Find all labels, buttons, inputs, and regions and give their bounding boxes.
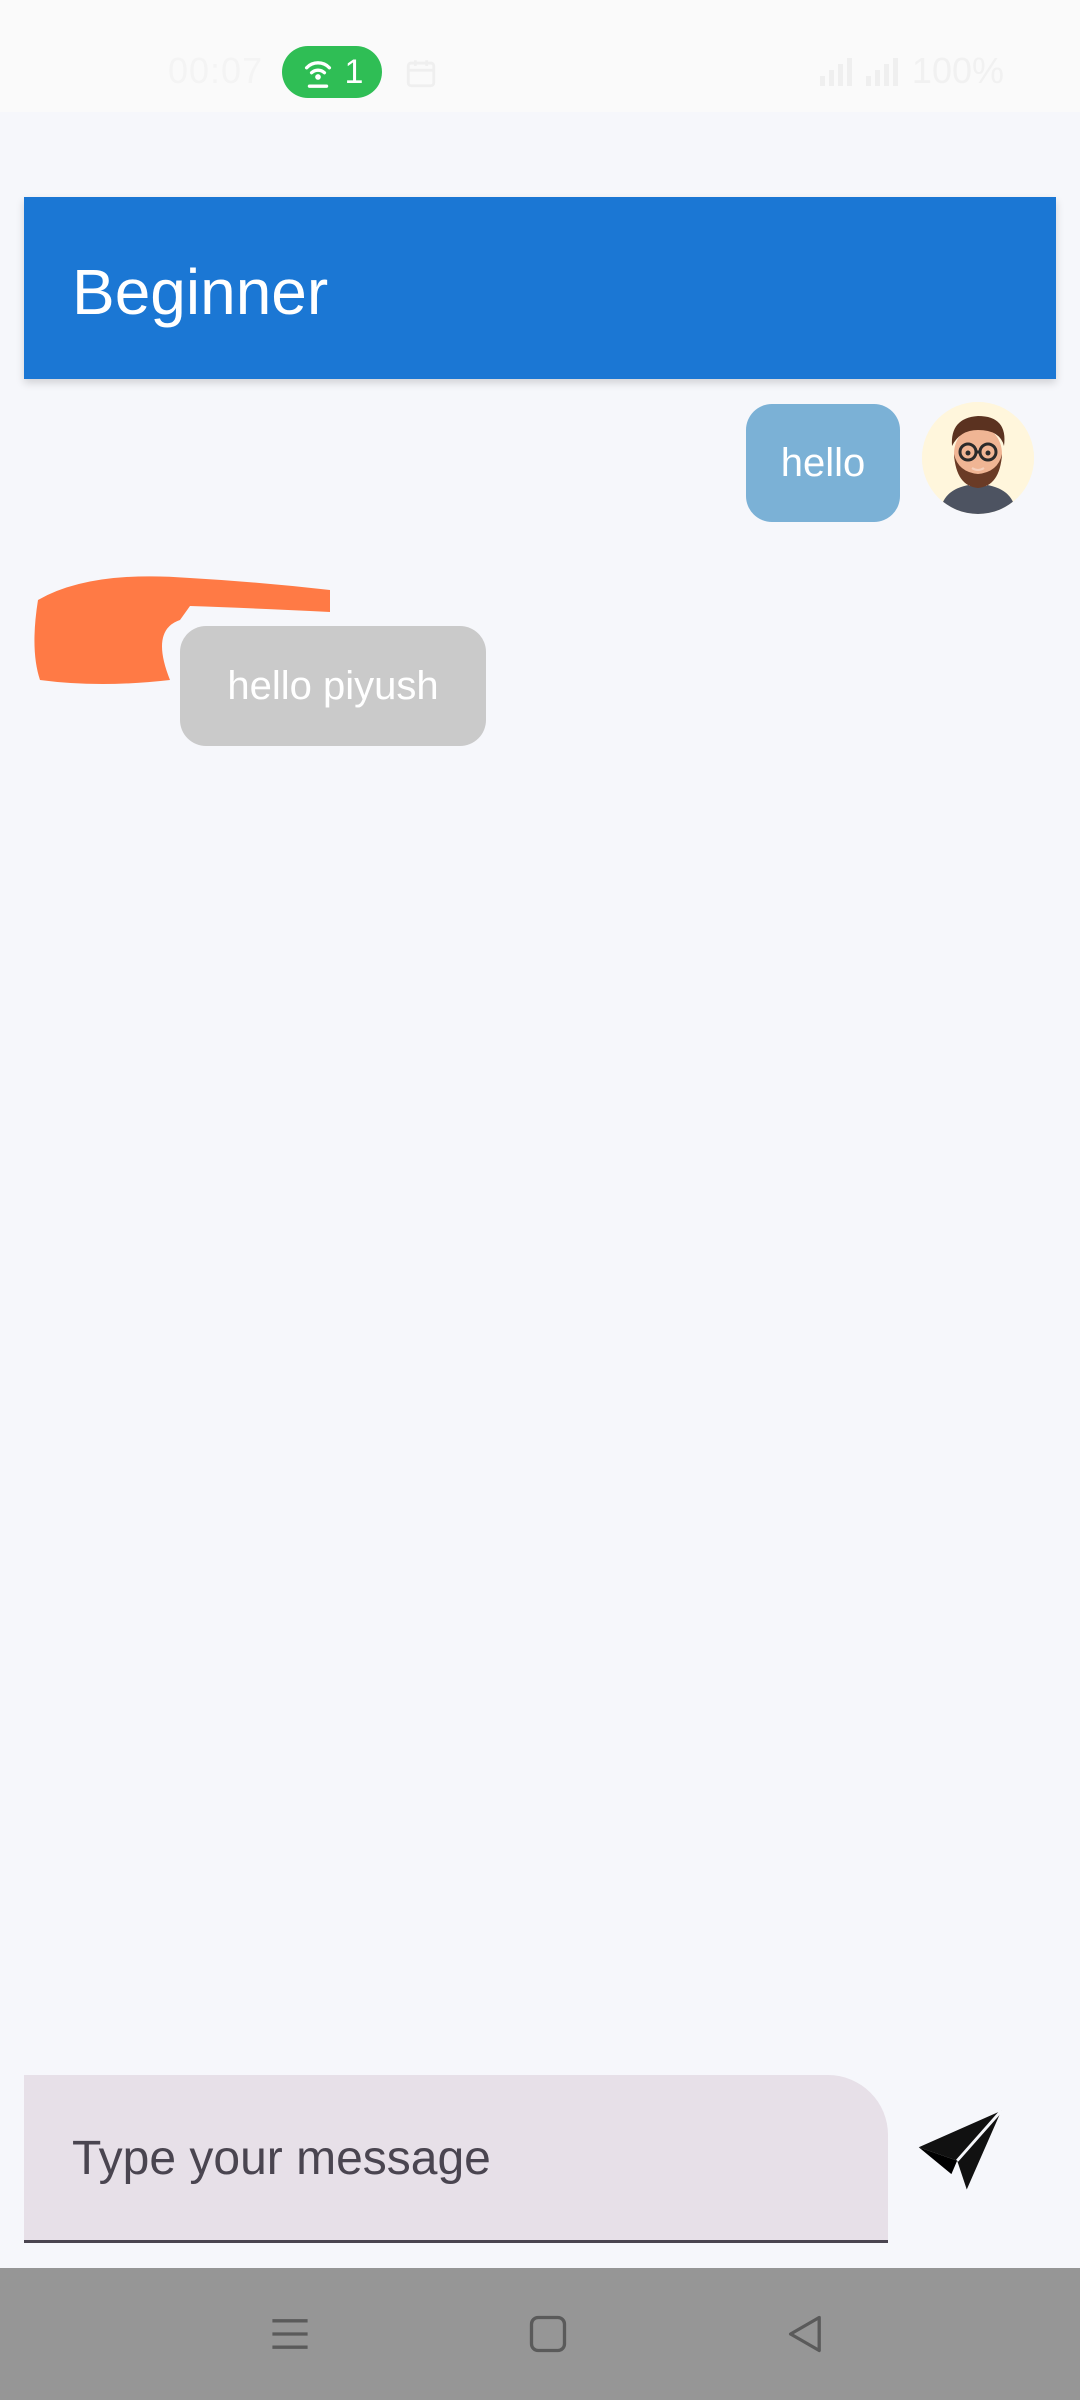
menu-button[interactable] — [260, 2304, 320, 2364]
hotspot-count: 1 — [344, 52, 364, 91]
status-bar: 00:07 1 100% — [0, 0, 1080, 112]
message-bubble-sent: hello — [746, 404, 900, 522]
page-title: Beginner — [72, 256, 329, 328]
chat-header: Beginner — [24, 197, 1056, 379]
status-right-group: 100% — [819, 50, 1004, 92]
home-button[interactable] — [518, 2304, 578, 2364]
hotspot-icon — [304, 61, 331, 88]
calendar-icon — [406, 60, 436, 88]
send-icon — [918, 2109, 1003, 2190]
message-text: hello piyush — [227, 663, 439, 708]
battery-level: 100% — [911, 50, 1004, 91]
message-composer — [24, 2075, 888, 2243]
message-bubble-received: hello piyush — [180, 626, 486, 746]
send-button[interactable] — [906, 2098, 1016, 2208]
signal-strength-icon — [819, 56, 852, 86]
system-navigation-bar — [0, 2268, 1080, 2400]
home-icon — [529, 2315, 567, 2353]
back-button[interactable] — [776, 2304, 836, 2364]
avatar — [922, 402, 1034, 514]
hotspot-indicator: 1 — [282, 46, 382, 98]
message-input[interactable] — [72, 2123, 832, 2193]
status-time: 00:07 — [168, 50, 264, 91]
message-text: hello — [780, 440, 866, 485]
back-icon — [788, 2315, 821, 2353]
signal-strength-icon-2 — [865, 56, 898, 86]
menu-icon — [272, 2319, 308, 2349]
user-avatar-icon — [922, 402, 1034, 514]
